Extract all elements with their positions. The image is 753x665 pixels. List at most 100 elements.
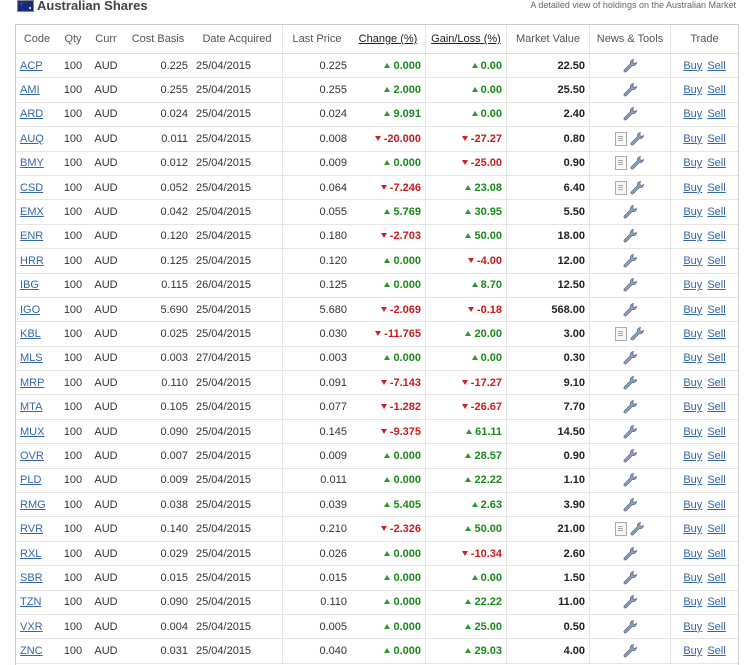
- stock-code-link[interactable]: ARD: [20, 108, 43, 120]
- buy-link[interactable]: Buy: [683, 426, 702, 438]
- sell-link[interactable]: Sell: [707, 352, 725, 364]
- wrench-icon[interactable]: [622, 58, 638, 74]
- buy-link[interactable]: Buy: [683, 60, 702, 72]
- buy-link[interactable]: Buy: [683, 206, 702, 218]
- sell-link[interactable]: Sell: [707, 645, 725, 657]
- news-document-icon[interactable]: [615, 131, 627, 146]
- stock-code-link[interactable]: RMG: [20, 499, 46, 511]
- wrench-icon[interactable]: [629, 155, 645, 171]
- wrench-icon[interactable]: [629, 180, 645, 196]
- sell-link[interactable]: Sell: [707, 206, 725, 218]
- sell-link[interactable]: Sell: [707, 255, 725, 267]
- stock-code-link[interactable]: MRP: [20, 377, 44, 389]
- wrench-icon[interactable]: [622, 594, 638, 610]
- wrench-icon[interactable]: [622, 424, 638, 440]
- wrench-icon[interactable]: [629, 131, 645, 147]
- stock-code-link[interactable]: SBR: [20, 572, 43, 584]
- wrench-icon[interactable]: [622, 643, 638, 659]
- sell-link[interactable]: Sell: [707, 182, 725, 194]
- buy-link[interactable]: Buy: [683, 401, 702, 413]
- news-document-icon[interactable]: [615, 326, 627, 341]
- sell-link[interactable]: Sell: [707, 548, 725, 560]
- wrench-icon[interactable]: [622, 106, 638, 122]
- stock-code-link[interactable]: ENR: [20, 230, 43, 242]
- news-document-icon[interactable]: [615, 156, 627, 171]
- buy-link[interactable]: Buy: [683, 596, 702, 608]
- buy-link[interactable]: Buy: [683, 621, 702, 633]
- news-document-icon[interactable]: [615, 180, 627, 195]
- sell-link[interactable]: Sell: [707, 304, 725, 316]
- wrench-icon[interactable]: [622, 375, 638, 391]
- buy-link[interactable]: Buy: [683, 499, 702, 511]
- wrench-icon[interactable]: [622, 619, 638, 635]
- wrench-icon[interactable]: [622, 399, 638, 415]
- stock-code-link[interactable]: VXR: [20, 621, 43, 633]
- wrench-icon[interactable]: [622, 302, 638, 318]
- stock-code-link[interactable]: AUQ: [20, 133, 44, 145]
- buy-link[interactable]: Buy: [683, 304, 702, 316]
- stock-code-link[interactable]: KBL: [20, 328, 41, 340]
- news-document-icon[interactable]: [615, 522, 627, 537]
- stock-code-link[interactable]: TZN: [20, 596, 41, 608]
- stock-code-link[interactable]: OVR: [20, 450, 44, 462]
- stock-code-link[interactable]: MTA: [20, 401, 42, 413]
- buy-link[interactable]: Buy: [683, 84, 702, 96]
- stock-code-link[interactable]: MLS: [20, 352, 43, 364]
- sell-link[interactable]: Sell: [707, 621, 725, 633]
- buy-link[interactable]: Buy: [683, 377, 702, 389]
- stock-code-link[interactable]: IBG: [20, 279, 39, 291]
- buy-link[interactable]: Buy: [683, 255, 702, 267]
- col-header-gain-loss[interactable]: Gain/Loss (%): [425, 25, 507, 54]
- wrench-icon[interactable]: [622, 277, 638, 293]
- wrench-icon[interactable]: [622, 497, 638, 513]
- stock-code-link[interactable]: CSD: [20, 182, 43, 194]
- stock-code-link[interactable]: ACP: [20, 60, 43, 72]
- buy-link[interactable]: Buy: [683, 133, 702, 145]
- buy-link[interactable]: Buy: [683, 645, 702, 657]
- buy-link[interactable]: Buy: [683, 572, 702, 584]
- wrench-icon[interactable]: [622, 82, 638, 98]
- buy-link[interactable]: Buy: [683, 328, 702, 340]
- wrench-icon[interactable]: [622, 204, 638, 220]
- buy-link[interactable]: Buy: [683, 108, 702, 120]
- stock-code-link[interactable]: RVR: [20, 523, 43, 535]
- buy-link[interactable]: Buy: [683, 352, 702, 364]
- stock-code-link[interactable]: HRR: [20, 255, 44, 267]
- sell-link[interactable]: Sell: [707, 133, 725, 145]
- buy-link[interactable]: Buy: [683, 182, 702, 194]
- sell-link[interactable]: Sell: [707, 157, 725, 169]
- sell-link[interactable]: Sell: [707, 108, 725, 120]
- buy-link[interactable]: Buy: [683, 230, 702, 242]
- buy-link[interactable]: Buy: [683, 474, 702, 486]
- wrench-icon[interactable]: [622, 546, 638, 562]
- sell-link[interactable]: Sell: [707, 328, 725, 340]
- stock-code-link[interactable]: RXL: [20, 548, 41, 560]
- wrench-icon[interactable]: [629, 326, 645, 342]
- wrench-icon[interactable]: [622, 448, 638, 464]
- sell-link[interactable]: Sell: [707, 499, 725, 511]
- stock-code-link[interactable]: AMI: [20, 84, 40, 96]
- stock-code-link[interactable]: ZNC: [20, 645, 43, 657]
- wrench-icon[interactable]: [622, 350, 638, 366]
- buy-link[interactable]: Buy: [683, 523, 702, 535]
- sell-link[interactable]: Sell: [707, 230, 725, 242]
- buy-link[interactable]: Buy: [683, 548, 702, 560]
- sell-link[interactable]: Sell: [707, 60, 725, 72]
- sell-link[interactable]: Sell: [707, 596, 725, 608]
- sell-link[interactable]: Sell: [707, 572, 725, 584]
- wrench-icon[interactable]: [622, 253, 638, 269]
- col-header-change[interactable]: Change (%): [351, 25, 426, 54]
- wrench-icon[interactable]: [622, 570, 638, 586]
- stock-code-link[interactable]: EMX: [20, 206, 44, 218]
- buy-link[interactable]: Buy: [683, 157, 702, 169]
- stock-code-link[interactable]: IGO: [20, 304, 40, 316]
- sell-link[interactable]: Sell: [707, 450, 725, 462]
- sell-link[interactable]: Sell: [707, 474, 725, 486]
- wrench-icon[interactable]: [622, 228, 638, 244]
- wrench-icon[interactable]: [622, 472, 638, 488]
- buy-link[interactable]: Buy: [683, 279, 702, 291]
- sell-link[interactable]: Sell: [707, 426, 725, 438]
- buy-link[interactable]: Buy: [683, 450, 702, 462]
- stock-code-link[interactable]: MUX: [20, 426, 44, 438]
- sell-link[interactable]: Sell: [707, 401, 725, 413]
